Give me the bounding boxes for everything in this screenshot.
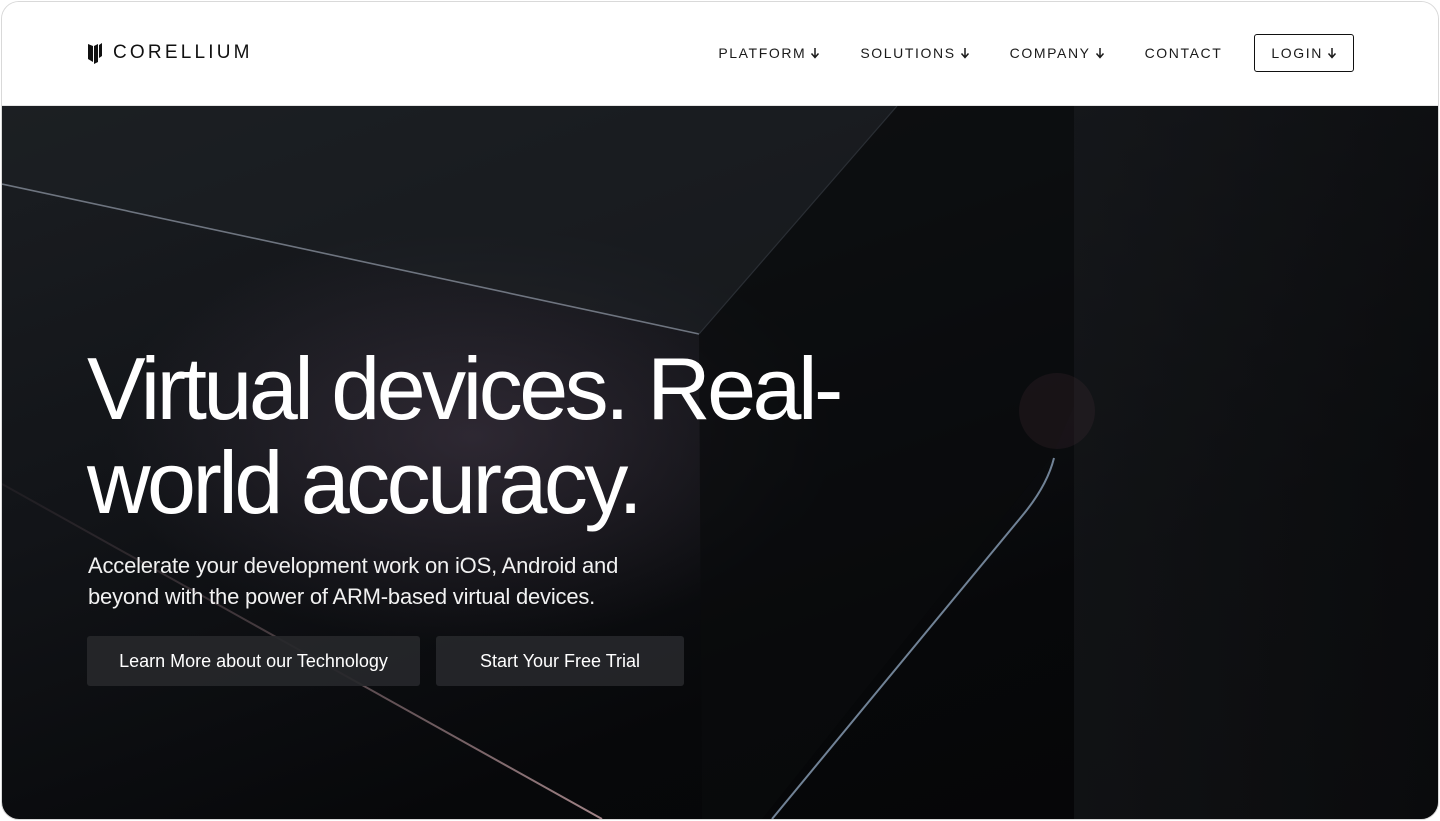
logo[interactable]: CORELLIUM — [87, 41, 253, 65]
arrow-down-icon — [1095, 48, 1104, 59]
nav-item-label: COMPANY — [1009, 45, 1091, 61]
nav-item-platform[interactable]: PLATFORM — [718, 45, 820, 61]
hero-title-line: world accuracy. — [87, 433, 643, 532]
site-header: CORELLIUM PLATFORM SOLUTIONS COMPANY CON… — [2, 2, 1438, 106]
hero-title: Virtual devices. Real- world accuracy. — [87, 342, 907, 530]
hero-title-line: Virtual devices. Real- — [87, 339, 843, 438]
hero-subtitle: Accelerate your development work on iOS,… — [88, 550, 708, 612]
nav-item-solutions[interactable]: SOLUTIONS — [860, 45, 969, 61]
free-trial-button[interactable]: Start Your Free Trial — [436, 636, 684, 686]
hero-subtitle-line: beyond with the power of ARM-based virtu… — [88, 584, 596, 609]
hero-subtitle-line: Accelerate your development work on iOS,… — [88, 553, 619, 578]
brand-name: CORELLIUM — [113, 42, 253, 63]
login-label: LOGIN — [1271, 45, 1323, 61]
hero-section: Virtual devices. Real- world accuracy. A… — [2, 106, 1438, 819]
corellium-logo-icon — [88, 43, 102, 64]
nav-item-label: SOLUTIONS — [860, 45, 956, 61]
arrow-down-icon — [1327, 48, 1337, 59]
main-nav: PLATFORM SOLUTIONS COMPANY CONTACT LOGIN — [718, 33, 1354, 73]
learn-more-button[interactable]: Learn More about our Technology — [87, 636, 420, 686]
nav-item-label: PLATFORM — [718, 45, 807, 61]
nav-item-contact[interactable]: CONTACT — [1145, 45, 1223, 61]
nav-item-label: CONTACT — [1144, 45, 1223, 61]
nav-item-company[interactable]: COMPANY — [1010, 45, 1105, 61]
browser-frame: CORELLIUM PLATFORM SOLUTIONS COMPANY CON… — [1, 1, 1439, 820]
login-button[interactable]: LOGIN — [1254, 34, 1354, 72]
arrow-down-icon — [811, 48, 820, 59]
arrow-down-icon — [960, 48, 969, 59]
